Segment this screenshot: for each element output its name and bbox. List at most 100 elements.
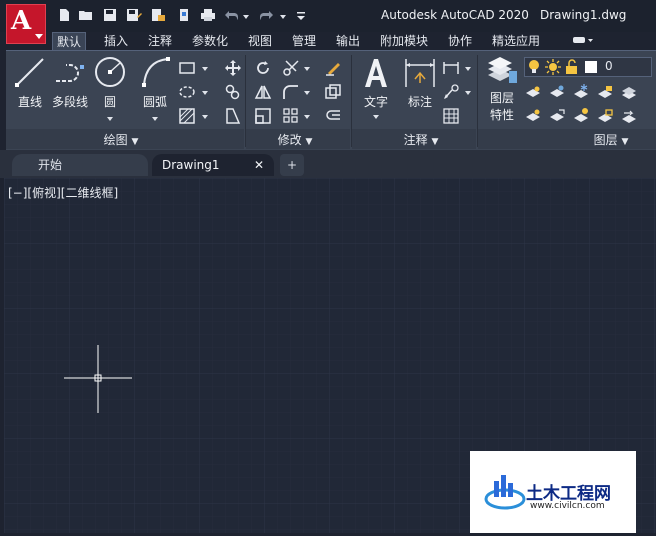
text-tool-label: 文字	[363, 95, 388, 109]
polyline-icon	[56, 64, 84, 82]
scale-icon[interactable]	[254, 107, 272, 125]
layer-properties-label-2: 特性	[489, 108, 514, 122]
annotation-panel-title[interactable]: 注释 ▼	[386, 131, 456, 149]
redo-dropdown-icon[interactable]	[280, 15, 286, 19]
arc-tool-label: 圆弧	[142, 95, 167, 109]
crosshair-cursor	[64, 345, 132, 413]
tab-collaborate[interactable]: 协作	[444, 32, 476, 50]
copy-icon[interactable]	[224, 83, 242, 101]
layer-properties-icon	[488, 57, 517, 83]
layer-off-icon[interactable]	[524, 83, 542, 101]
application-menu-button[interactable]: A	[6, 4, 46, 44]
tab-insert[interactable]: 插入	[100, 32, 132, 50]
array-icon[interactable]	[282, 107, 300, 125]
layer-isolate-icon[interactable]	[548, 83, 566, 101]
ellipse-icon[interactable]	[178, 83, 196, 101]
plot-icon[interactable]	[176, 8, 192, 24]
chevron-down-icon	[35, 34, 43, 39]
layer-color-swatch	[585, 61, 597, 73]
autocad-logo-icon: A	[11, 6, 32, 36]
explode-icon[interactable]	[324, 83, 342, 101]
table-icon[interactable]	[442, 107, 460, 125]
start-tab[interactable]: 开始	[12, 154, 148, 176]
leader-icon[interactable]	[442, 83, 460, 101]
layer-dropdown[interactable]: 0	[524, 57, 652, 77]
polyline-tool-label: 多段线	[51, 95, 88, 109]
unlock-icon	[565, 59, 579, 78]
circle-icon	[95, 57, 125, 87]
arc-tool-button[interactable]: 圆弧	[132, 55, 178, 121]
tab-output[interactable]: 输出	[332, 32, 364, 50]
current-layer-name: 0	[605, 59, 613, 73]
stretch-icon[interactable]	[224, 107, 242, 125]
rotate-icon[interactable]	[254, 59, 272, 77]
circle-tool-label: 圆	[103, 95, 116, 109]
save-icon[interactable]	[102, 8, 118, 24]
layer-properties-label-1: 图层	[489, 91, 514, 105]
drawing1-tab-label: Drawing1	[162, 158, 220, 172]
line-tool-label: 直线	[17, 95, 42, 109]
text-tool-button[interactable]: 文字	[358, 55, 394, 119]
circle-tool-button[interactable]: 圆	[90, 55, 130, 121]
plus-icon: +	[286, 158, 298, 172]
modify-panel-title[interactable]: 修改 ▼	[260, 131, 330, 149]
file-name: Drawing1.dwg	[540, 8, 627, 22]
undo-dropdown-icon[interactable]	[243, 15, 249, 19]
polyline-tool-button[interactable]: 多段线	[48, 55, 92, 110]
layer-match-icon[interactable]	[620, 83, 638, 101]
close-icon[interactable]: ✕	[254, 154, 264, 176]
ribbon-panel: 绘图 ▼ 修改 ▼ 注释 ▼ 图层 ▼ 直线 多段线 圆 圆弧 文字 标注 图层…	[6, 50, 656, 151]
tab-annotate[interactable]: 注释	[144, 32, 176, 50]
layer-change-icon[interactable]	[620, 107, 638, 125]
watermark-url: www.civilcn.com	[530, 501, 605, 511]
linear-dimension-icon[interactable]	[442, 59, 460, 77]
watermark: 土木工程网 www.civilcn.com	[470, 451, 636, 533]
start-tab-label: 开始	[38, 158, 63, 172]
tab-view[interactable]: 视图	[244, 32, 276, 50]
undo-icon[interactable]	[224, 8, 240, 24]
dimension-tool-button[interactable]: 标注	[400, 55, 440, 110]
line-tool-button[interactable]: 直线	[10, 55, 50, 110]
tab-default[interactable]: 默认	[52, 32, 87, 51]
open-icon[interactable]	[78, 8, 94, 24]
save-as-icon[interactable]	[126, 8, 142, 24]
dimension-tool-label: 标注	[407, 95, 432, 109]
new-tab-button[interactable]: +	[280, 154, 304, 176]
dimension-icon	[405, 59, 435, 87]
layer-unisolate-icon[interactable]	[548, 107, 566, 125]
layer-on-icon[interactable]	[524, 107, 542, 125]
offset-icon[interactable]	[324, 107, 342, 125]
hatch-icon[interactable]	[178, 107, 196, 125]
layer-freeze-icon[interactable]	[572, 83, 590, 101]
tab-featured-apps[interactable]: 精选应用	[488, 32, 544, 50]
layer-thaw-icon[interactable]	[572, 107, 590, 125]
rectangle-icon[interactable]	[178, 59, 196, 77]
trim-icon[interactable]	[282, 59, 300, 77]
mirror-icon[interactable]	[254, 83, 272, 101]
tab-manage[interactable]: 管理	[288, 32, 320, 50]
erase-icon[interactable]	[324, 59, 342, 77]
arc-icon	[142, 57, 170, 87]
publish-icon[interactable]	[150, 8, 166, 24]
tab-parametric[interactable]: 参数化	[188, 32, 232, 50]
line-icon	[15, 58, 44, 87]
layer-lock-icon[interactable]	[596, 83, 614, 101]
viewport-controls[interactable]: [−][俯视][二维线框]	[8, 184, 118, 201]
customize-icon[interactable]	[293, 8, 309, 24]
lightbulb-icon	[527, 59, 541, 78]
move-icon[interactable]	[224, 59, 242, 77]
window-title: Autodesk AutoCAD 2020	[381, 8, 529, 22]
document-tab-bar: 开始 Drawing1 ✕ +	[0, 150, 656, 178]
fillet-icon[interactable]	[282, 83, 300, 101]
print-icon[interactable]	[200, 8, 216, 24]
new-icon[interactable]	[56, 8, 72, 24]
ribbon-toggle-button[interactable]	[568, 33, 598, 51]
text-icon	[365, 59, 387, 87]
layers-panel-title[interactable]: 图层 ▼	[576, 131, 646, 149]
draw-panel-title[interactable]: 绘图 ▼	[86, 131, 156, 149]
redo-icon[interactable]	[258, 8, 274, 24]
drawing1-tab[interactable]: Drawing1 ✕	[152, 154, 274, 176]
tab-addins[interactable]: 附加模块	[376, 32, 432, 50]
layer-unlock-icon[interactable]	[596, 107, 614, 125]
layer-properties-button[interactable]: 图层 特性	[482, 55, 522, 123]
